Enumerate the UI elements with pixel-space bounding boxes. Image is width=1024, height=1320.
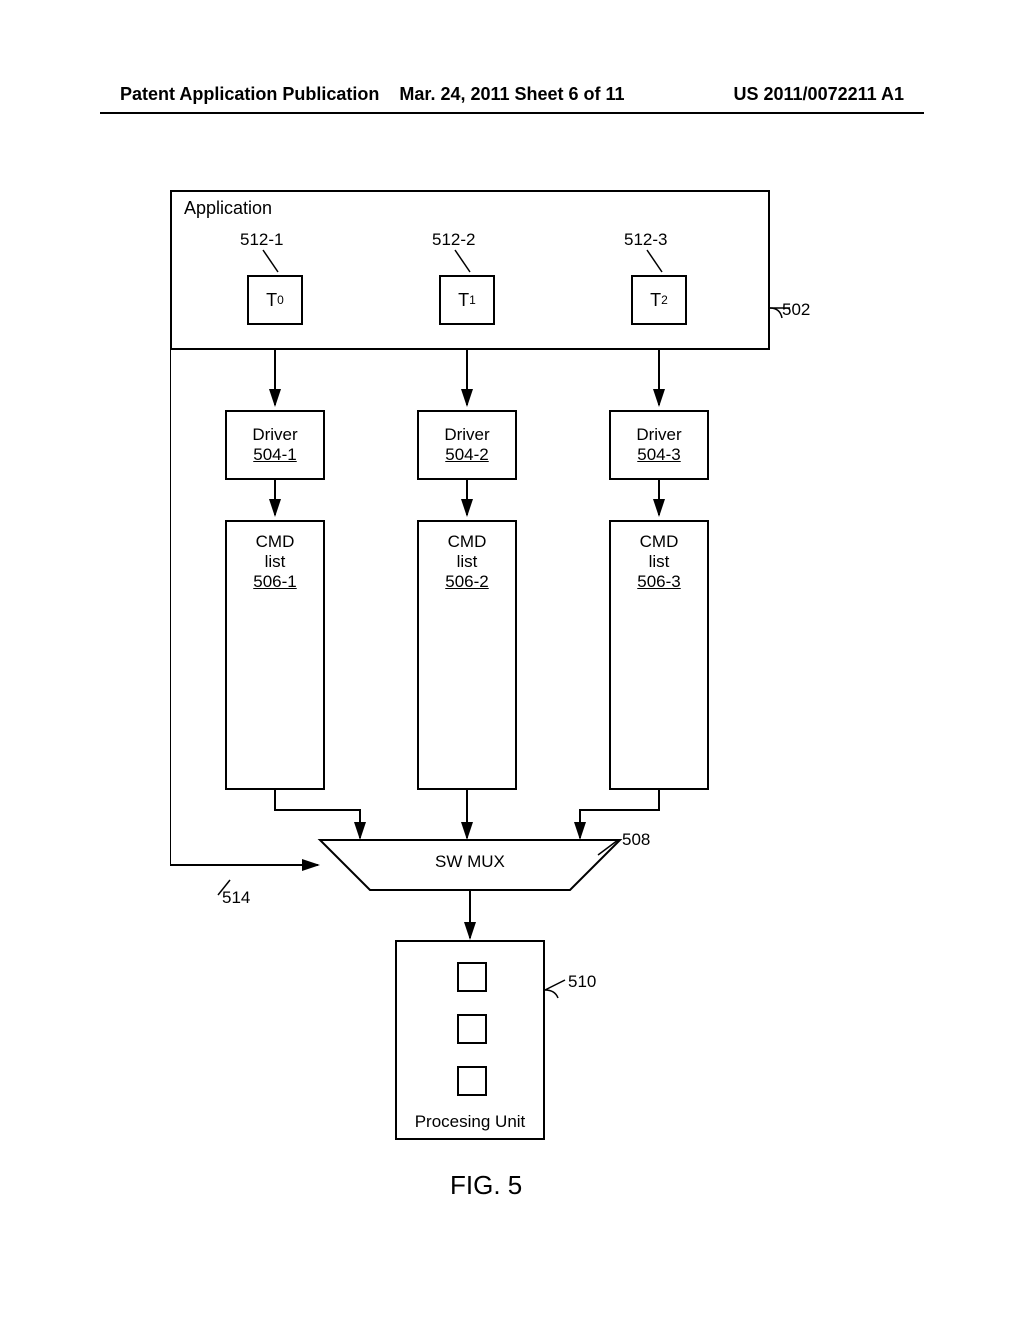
header-docnum: US 2011/0072211 A1 xyxy=(643,84,904,105)
figure-5: Application 502 T0 512-1 T1 512-2 T2 512… xyxy=(170,190,810,1150)
processing-unit: Procesing Unit xyxy=(395,940,545,1140)
cmdlist-2: CMD list 506-2 xyxy=(417,520,517,790)
proc-label: Procesing Unit xyxy=(397,1112,543,1132)
cmdlist-1: CMD list 506-1 xyxy=(225,520,325,790)
proc-stage-3 xyxy=(457,1066,487,1096)
ref-512-3: 512-3 xyxy=(624,230,667,250)
proc-stage-2 xyxy=(457,1014,487,1044)
driver-2: Driver 504-2 xyxy=(417,410,517,480)
ref-502: 502 xyxy=(782,300,810,320)
ref-510: 510 xyxy=(568,972,596,992)
driver-3: Driver 504-3 xyxy=(609,410,709,480)
cmdlist-3: CMD list 506-3 xyxy=(609,520,709,790)
driver-1: Driver 504-1 xyxy=(225,410,325,480)
header-publication: Patent Application Publication xyxy=(120,84,381,105)
patent-header: Patent Application Publication Mar. 24, … xyxy=(0,84,1024,113)
thread-t2: T2 xyxy=(631,275,687,325)
thread-t1: T1 xyxy=(439,275,495,325)
ref-512-2: 512-2 xyxy=(432,230,475,250)
application-label: Application xyxy=(184,198,272,219)
thread-t0: T0 xyxy=(247,275,303,325)
ref-514: 514 xyxy=(222,888,250,908)
application-box: Application xyxy=(170,190,770,350)
swmux-label: SW MUX xyxy=(435,852,505,872)
ref-508: 508 xyxy=(622,830,650,850)
ref-512-1: 512-1 xyxy=(240,230,283,250)
header-rule xyxy=(100,112,924,114)
figure-caption: FIG. 5 xyxy=(450,1170,522,1201)
header-date-sheet: Mar. 24, 2011 Sheet 6 of 11 xyxy=(381,84,642,105)
proc-stage-1 xyxy=(457,962,487,992)
